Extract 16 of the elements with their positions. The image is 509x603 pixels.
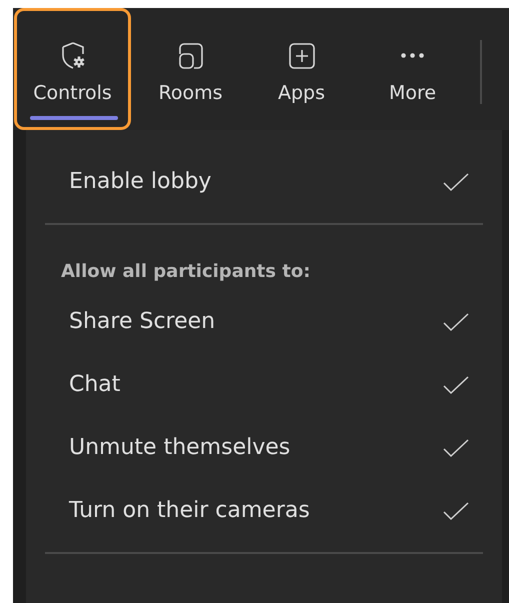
menu-item[interactable]: Unmute themselves [45, 416, 483, 479]
menu-item-label: Turn on their cameras [69, 498, 310, 523]
toolbar-tab[interactable]: Apps [246, 8, 357, 130]
section-header: Allow all participants to: [60, 260, 312, 284]
toolbar-tab[interactable]: Controls [14, 8, 131, 130]
menu-item-label: Enable lobby [69, 169, 212, 194]
menu-item[interactable]: Turn on their cameras [45, 479, 483, 542]
toolbar-tab[interactable]: Rooms [135, 8, 246, 130]
menu-item-label: Share Screen [69, 309, 216, 334]
menu-item[interactable]: Share Screen [45, 290, 483, 353]
menu-item[interactable]: Enable lobby [45, 150, 483, 213]
menu-item[interactable]: Chat [45, 353, 483, 416]
menu-item-label: Chat [69, 372, 120, 397]
toolbar-tab[interactable]: More [357, 8, 468, 130]
more-icon [401, 53, 424, 58]
menu-item-label: Unmute themselves [69, 435, 290, 460]
